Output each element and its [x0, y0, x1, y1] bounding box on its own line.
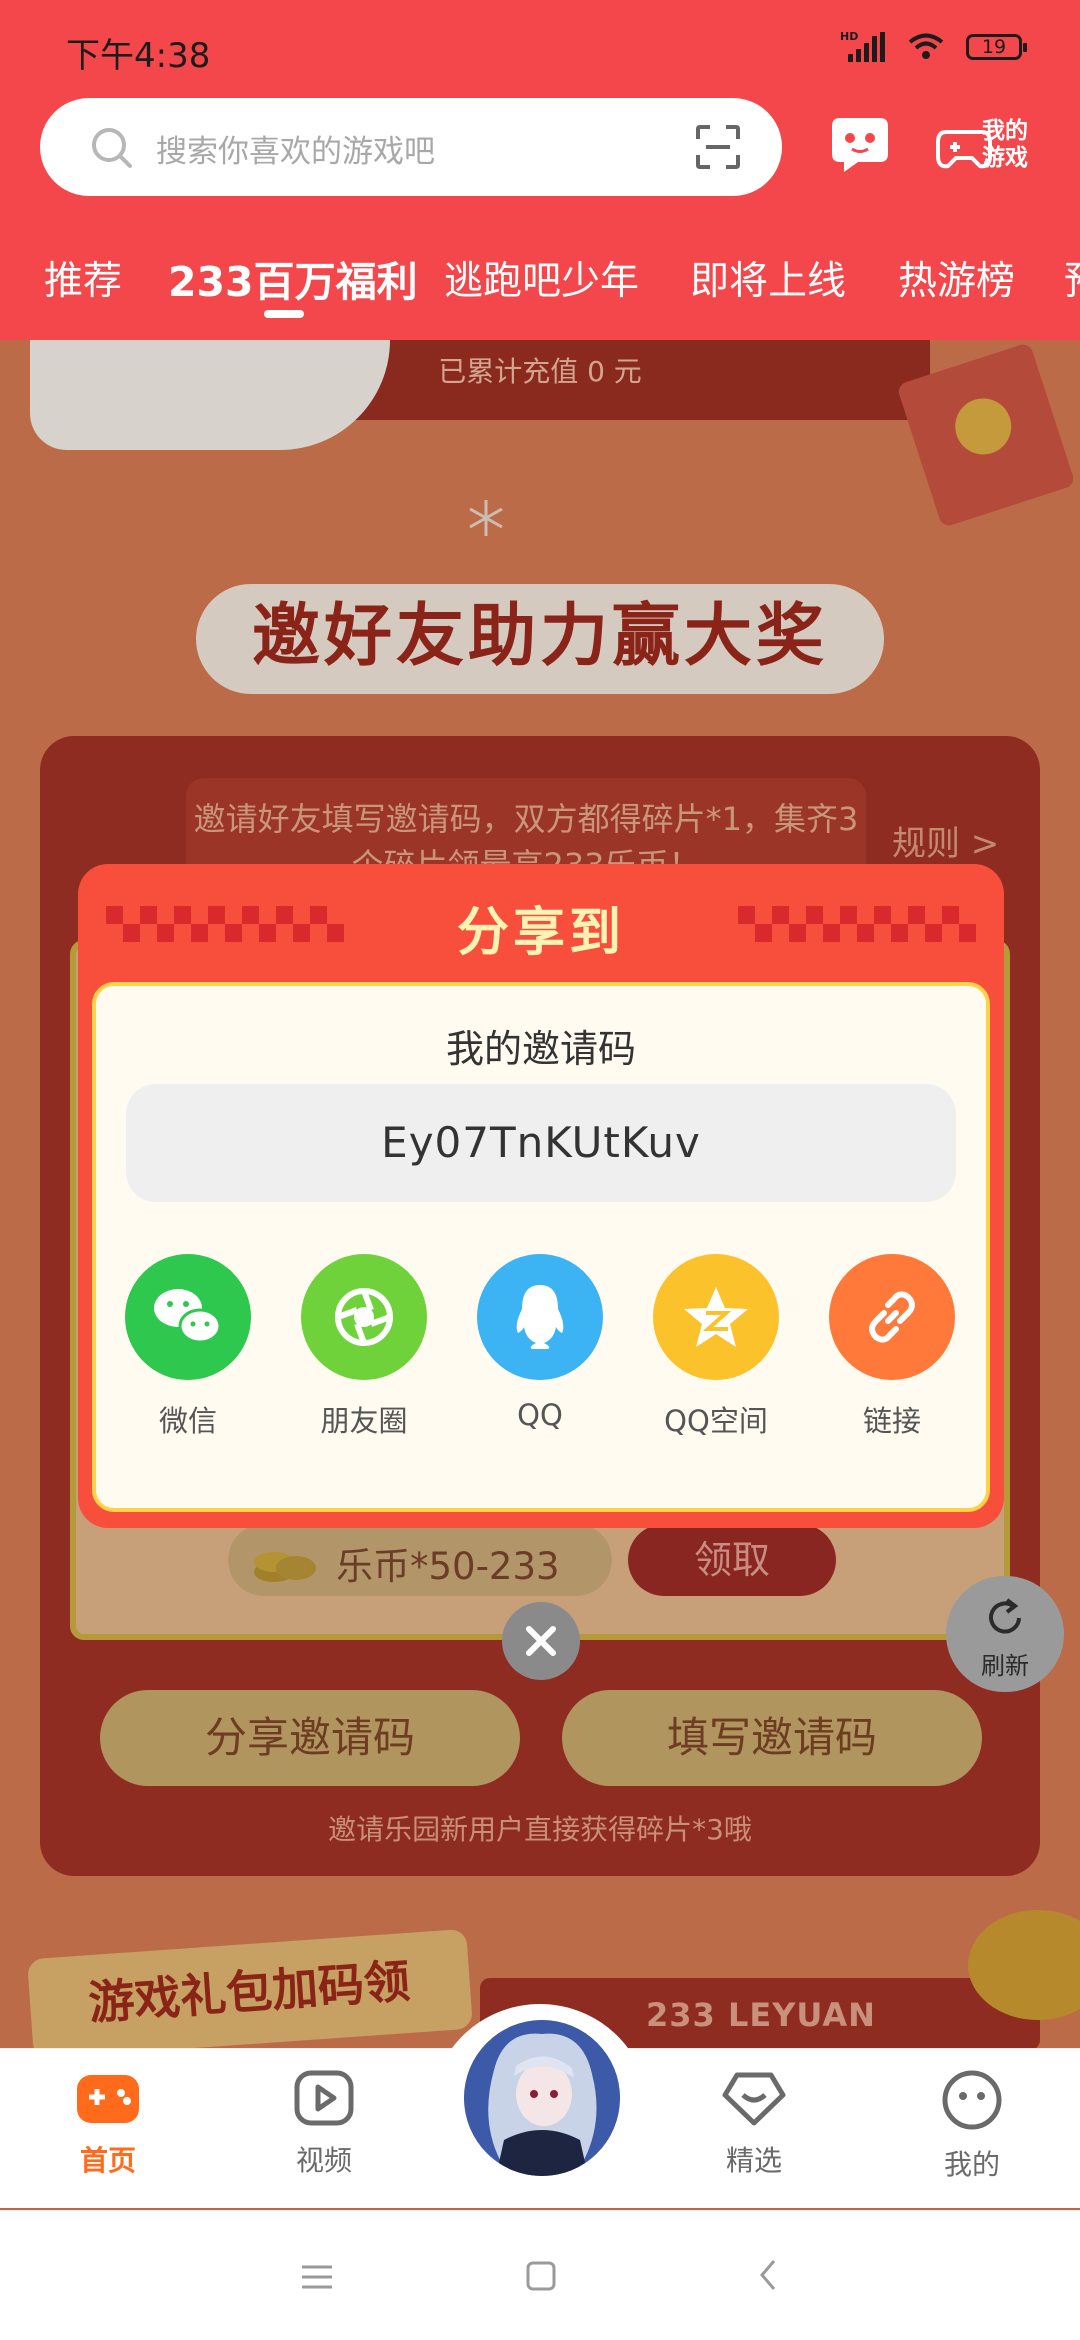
share-link-label: 链接: [862, 1404, 921, 1438]
featured-icon: [722, 2072, 786, 2126]
battery-icon: 19: [966, 34, 1027, 60]
brand-band-text: 233 LEYUAN: [646, 1996, 876, 2034]
search-bar[interactable]: 搜索你喜欢的游戏吧: [40, 98, 782, 196]
wechat-icon: [125, 1254, 251, 1380]
avatar[interactable]: [464, 2020, 620, 2176]
refresh-button[interactable]: 刷新: [946, 1576, 1064, 1692]
qq-icon: [477, 1254, 603, 1380]
message-icon[interactable]: [828, 114, 892, 176]
app-header: 下午4:38 HD 19 搜索你喜欢的游戏吧 我的游戏 推荐 233百万福利 逃…: [0, 0, 1080, 340]
share-moments-label: 朋友圈: [320, 1404, 408, 1438]
profile-icon: [942, 2070, 1002, 2130]
wifi-icon: [908, 33, 944, 59]
tab-preorder[interactable]: 预: [1064, 250, 1080, 306]
tab-233-welfare[interactable]: 233百万福利: [168, 248, 418, 308]
share-wechat-label: 微信: [158, 1404, 217, 1438]
my-games-label: 我的游戏: [982, 118, 1028, 171]
back-icon[interactable]: [758, 2259, 778, 2291]
nav-home[interactable]: 首页: [48, 2069, 168, 2179]
invite-footnote: 邀请乐园新用户直接获得碎片*3哦: [328, 1813, 752, 1846]
refresh-label: 刷新: [981, 1652, 1029, 1680]
close-icon: [526, 1626, 556, 1656]
signal-icon: HD: [840, 30, 885, 62]
rules-link[interactable]: 规则 >: [892, 816, 999, 865]
share-moments[interactable]: 朋友圈: [294, 1254, 434, 1440]
home-square-icon[interactable]: [526, 2261, 556, 2291]
tab-hot-games[interactable]: 热游榜: [898, 250, 1015, 306]
nav-video[interactable]: 视频: [264, 2069, 384, 2179]
share-code-button[interactable]: 分享邀请码: [100, 1690, 520, 1786]
reward-label: 乐币*50-233: [336, 1545, 560, 1588]
share-dialog: 分享到 我的邀请码 Ey07TnKUtKuv 微信 朋友圈 QQ QQ空间 链接: [78, 864, 1004, 1528]
share-qq[interactable]: QQ: [470, 1254, 610, 1432]
moments-icon: [301, 1254, 427, 1380]
status-time: 下午4:38: [66, 36, 211, 76]
nav-profile-label: 我的: [943, 2148, 1000, 2181]
qzone-icon: [653, 1254, 779, 1380]
nav-profile[interactable]: 我的: [912, 2069, 1032, 2183]
dialog-title: 分享到: [456, 903, 625, 963]
share-link[interactable]: 链接: [822, 1254, 962, 1440]
video-icon: [294, 2070, 354, 2126]
invite-code-field[interactable]: Ey07TnKUtKuv: [126, 1084, 956, 1202]
system-nav-bar: [0, 2210, 1080, 2340]
svg-text:HD: HD: [840, 30, 858, 43]
share-qzone-label: QQ空间: [664, 1404, 768, 1438]
search-icon: [92, 128, 132, 168]
tab-coming-soon[interactable]: 即将上线: [690, 250, 846, 306]
close-dialog-button[interactable]: [502, 1602, 580, 1680]
refresh-icon: [989, 1598, 1021, 1634]
nav-video-label: 视频: [295, 2144, 352, 2177]
tab-escape-boy[interactable]: 逃跑吧少年: [444, 250, 639, 306]
system-icons: HD 19: [840, 30, 1027, 64]
avatar-image: [464, 2020, 620, 2176]
share-qzone[interactable]: QQ空间: [646, 1254, 786, 1440]
nav-featured[interactable]: 精选: [694, 2069, 814, 2179]
claim-button[interactable]: 领取: [628, 1524, 836, 1596]
enter-code-button[interactable]: 填写邀请码: [562, 1690, 982, 1786]
scan-icon[interactable]: [694, 123, 742, 171]
share-wechat[interactable]: 微信: [118, 1254, 258, 1440]
share-qq-label: QQ: [517, 1398, 563, 1432]
active-tab-indicator: [264, 310, 304, 318]
dialog-body: 我的邀请码 Ey07TnKUtKuv 微信 朋友圈 QQ QQ空间 链接: [92, 982, 990, 1512]
coins-icon: [254, 1552, 316, 1582]
link-icon: [829, 1254, 955, 1380]
search-placeholder: 搜索你喜欢的游戏吧: [156, 134, 435, 170]
invite-code-label: 我的邀请码: [445, 1027, 636, 1071]
my-games-button[interactable]: 我的游戏: [936, 114, 1040, 180]
tab-recommend[interactable]: 推荐: [44, 250, 122, 306]
nav-featured-label: 精选: [725, 2144, 782, 2177]
category-tabs: 推荐 233百万福利 逃跑吧少年 即将上线 热游榜 预: [0, 244, 1080, 324]
nav-home-label: 首页: [79, 2144, 136, 2177]
snowflake-icon: [469, 500, 503, 536]
status-bar: 下午4:38 HD 19: [0, 0, 1080, 96]
event-title: 邀好友助力赢大奖: [251, 597, 828, 676]
menu-icon[interactable]: [302, 2265, 332, 2289]
gamepad-icon: [77, 2075, 139, 2123]
